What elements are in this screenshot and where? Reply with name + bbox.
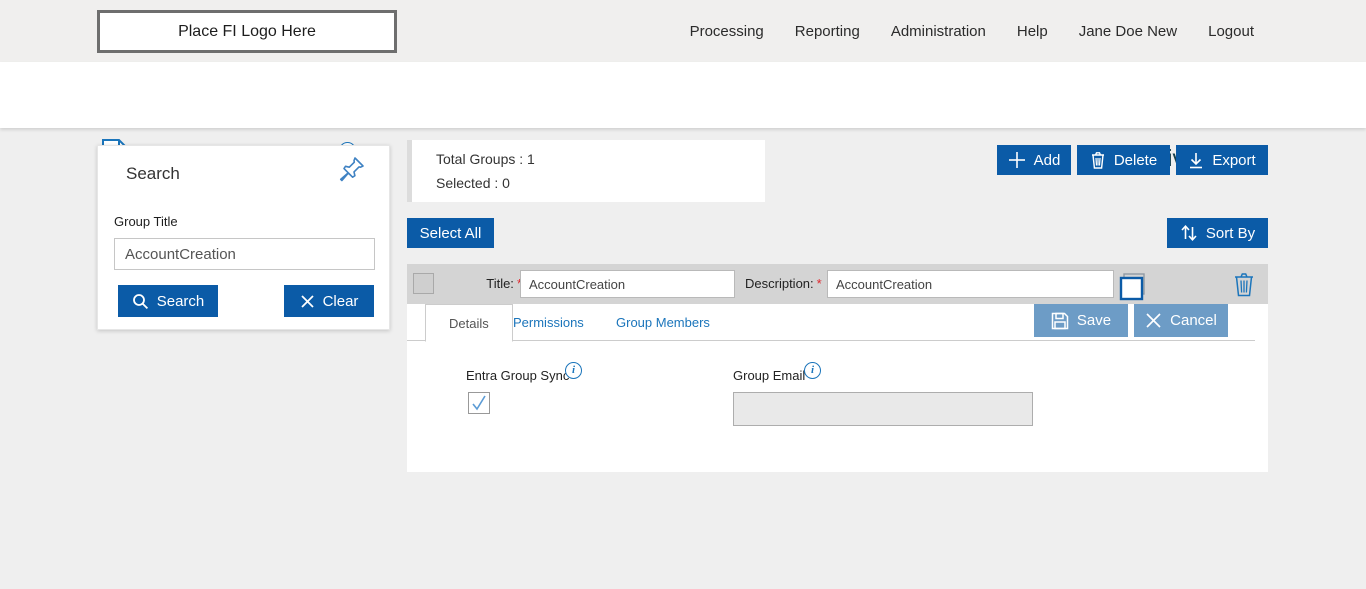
pin-icon[interactable]	[339, 156, 365, 188]
search-panel: Search Group Title Search Clear	[97, 145, 390, 330]
search-panel-title: Search	[126, 164, 180, 184]
description-input[interactable]	[827, 270, 1114, 298]
row-checkbox[interactable]	[413, 273, 434, 294]
required-marker: *	[817, 276, 822, 291]
nav-item-logout[interactable]: Logout	[1208, 23, 1254, 40]
close-icon	[1145, 312, 1162, 329]
save-button[interactable]: Save	[1034, 304, 1128, 337]
plus-icon	[1008, 151, 1026, 169]
clear-button-label: Clear	[323, 293, 359, 310]
group-row: Title:* Description:*	[407, 264, 1268, 304]
trash-icon	[1090, 151, 1106, 169]
total-groups-text: Total Groups : 1	[436, 151, 535, 167]
group-title-label: Group Title	[114, 214, 178, 229]
entra-group-sync-checkbox[interactable]	[468, 392, 490, 414]
group-title-input[interactable]	[114, 238, 375, 270]
select-all-label: Select All	[420, 225, 482, 242]
group-detail-panel: Details Permissions Group Members Save C…	[407, 304, 1268, 472]
group-email-input[interactable]	[733, 392, 1033, 426]
top-bar: Place FI Logo Here Processing Reporting …	[0, 0, 1366, 62]
nav-item-administration[interactable]: Administration	[891, 23, 986, 40]
nav-item-user[interactable]: Jane Doe New	[1079, 23, 1177, 40]
save-button-label: Save	[1077, 312, 1111, 329]
fi-logo-placeholder: Place FI Logo Here	[97, 10, 397, 53]
export-button[interactable]: Export	[1176, 145, 1268, 175]
select-all-button[interactable]: Select All	[407, 218, 494, 248]
download-icon	[1188, 152, 1204, 169]
title-label: Title:*	[462, 276, 522, 291]
entra-group-sync-label: Entra Group Sync	[466, 368, 569, 383]
delete-button[interactable]: Delete	[1077, 145, 1170, 175]
cancel-button[interactable]: Cancel	[1134, 304, 1228, 337]
sort-by-label: Sort By	[1206, 225, 1255, 242]
entra-group-sync-info-icon[interactable]	[565, 362, 582, 379]
group-email-label: Group Email	[733, 368, 805, 383]
tab-details[interactable]: Details	[425, 304, 513, 342]
export-button-label: Export	[1212, 152, 1255, 169]
add-button[interactable]: Add	[997, 145, 1071, 175]
copy-icon[interactable]	[1119, 272, 1149, 307]
sort-by-button[interactable]: Sort By	[1167, 218, 1268, 248]
fi-logo-text: Place FI Logo Here	[178, 23, 316, 41]
page-header: Group Maintenance Kinective Sign	[0, 62, 1366, 128]
group-email-info-icon[interactable]	[804, 362, 821, 379]
search-button[interactable]: Search	[118, 285, 218, 317]
cancel-button-label: Cancel	[1170, 312, 1217, 329]
save-icon	[1051, 312, 1069, 330]
crud-toolbar: Add Delete Export	[997, 145, 1268, 175]
selected-count-text: Selected : 0	[436, 175, 510, 191]
checkmark-icon	[470, 394, 488, 412]
tab-permissions[interactable]: Permissions	[513, 304, 584, 341]
tab-group-members[interactable]: Group Members	[616, 304, 710, 341]
title-input[interactable]	[520, 270, 735, 298]
clear-button[interactable]: Clear	[284, 285, 374, 317]
row-trash-icon[interactable]	[1233, 272, 1255, 302]
sort-icon	[1180, 224, 1198, 242]
search-button-label: Search	[157, 293, 205, 310]
groups-summary: Total Groups : 1 Selected : 0	[407, 140, 765, 202]
description-label: Description:*	[745, 276, 822, 291]
search-icon	[132, 293, 149, 310]
close-icon	[300, 294, 315, 309]
delete-button-label: Delete	[1114, 152, 1157, 169]
nav-item-help[interactable]: Help	[1017, 23, 1048, 40]
nav-item-processing[interactable]: Processing	[690, 23, 764, 40]
main-nav: Processing Reporting Administration Help…	[690, 0, 1254, 62]
add-button-label: Add	[1034, 152, 1061, 169]
nav-item-reporting[interactable]: Reporting	[795, 23, 860, 40]
